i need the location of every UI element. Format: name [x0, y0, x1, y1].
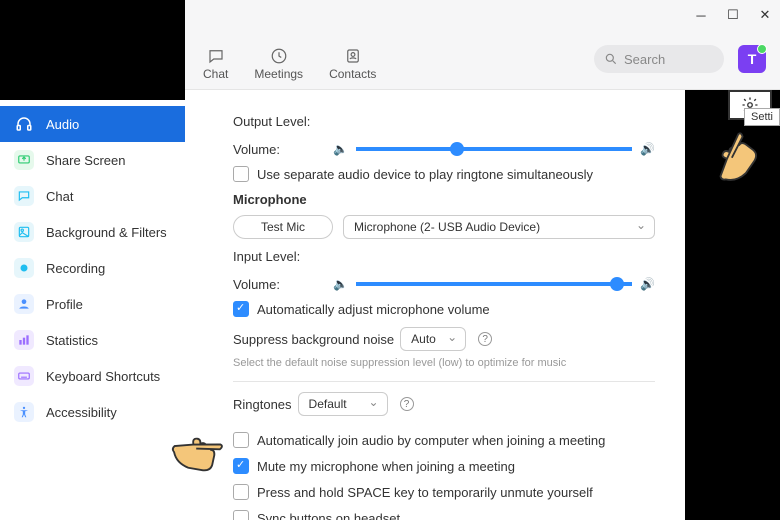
nav-chat[interactable]: Chat	[203, 47, 228, 81]
help-icon[interactable]: ?	[478, 332, 492, 346]
nav-label: Contacts	[329, 67, 376, 81]
search-input[interactable]: Search	[594, 45, 724, 73]
mic-device-dropdown[interactable]: Microphone (2- USB Audio Device)	[343, 215, 655, 239]
sidebar-item-label: Statistics	[46, 333, 98, 348]
auto-join-checkbox[interactable]	[233, 432, 249, 448]
maximize-icon[interactable]: ☐	[726, 8, 740, 22]
sync-headset-checkbox[interactable]	[233, 510, 249, 520]
sidebar-item-label: Audio	[46, 117, 79, 132]
clock-icon	[270, 47, 288, 65]
sidebar-item-label: Recording	[46, 261, 105, 276]
suppress-noise-dropdown[interactable]: Auto	[400, 327, 466, 351]
chat-bubble-icon	[207, 47, 225, 65]
sidebar-item-label: Keyboard Shortcuts	[46, 369, 160, 384]
chat-icon	[14, 186, 34, 206]
volume-label: Volume:	[233, 142, 333, 157]
sidebar-item-profile[interactable]: Profile	[0, 286, 185, 322]
background-icon	[14, 222, 34, 242]
search-placeholder: Search	[624, 52, 665, 67]
avatar[interactable]: T	[738, 45, 766, 73]
avatar-initial: T	[748, 51, 757, 67]
speaker-low-icon: 🔈	[333, 277, 348, 291]
profile-icon	[14, 294, 34, 314]
sidebar-item-keyboard[interactable]: Keyboard Shortcuts	[0, 358, 185, 394]
auto-join-label: Automatically join audio by computer whe…	[257, 433, 605, 448]
minimize-icon[interactable]: ─	[694, 8, 708, 22]
settings-tooltip: Setti	[744, 108, 780, 126]
help-icon[interactable]: ?	[400, 397, 414, 411]
space-unmute-checkbox[interactable]	[233, 484, 249, 500]
sidebar-item-background[interactable]: Background & Filters	[0, 214, 185, 250]
microphone-heading: Microphone	[233, 192, 655, 207]
auto-adjust-checkbox[interactable]	[233, 301, 249, 317]
mic-volume-slider[interactable]	[356, 282, 632, 286]
search-icon	[604, 52, 618, 66]
speaker-volume-slider[interactable]	[356, 147, 632, 151]
speaker-high-icon: 🔊	[640, 277, 655, 291]
sidebar-item-recording[interactable]: Recording	[0, 250, 185, 286]
statistics-icon	[14, 330, 34, 350]
auto-adjust-label: Automatically adjust microphone volume	[257, 302, 490, 317]
recording-icon	[14, 258, 34, 278]
sidebar-item-accessibility[interactable]: Accessibility	[0, 394, 185, 430]
sync-headset-label: Sync buttons on headset	[257, 511, 400, 520]
suppress-hint: Select the default noise suppression lev…	[233, 357, 655, 369]
ringtones-dropdown[interactable]: Default	[298, 392, 388, 416]
mute-join-label: Mute my microphone when joining a meetin…	[257, 459, 515, 474]
pointing-hand-annotation	[703, 128, 765, 190]
sidebar-item-label: Share Screen	[46, 153, 126, 168]
separate-ringtone-label: Use separate audio device to play ringto…	[257, 167, 593, 182]
volume-label-mic: Volume:	[233, 277, 333, 292]
app-header: ─ ☐ ✕ Chat Meetings Contacts Search T	[185, 0, 780, 90]
mute-join-checkbox[interactable]	[233, 458, 249, 474]
contacts-icon	[344, 47, 362, 65]
keyboard-icon	[14, 366, 34, 386]
sidebar-item-statistics[interactable]: Statistics	[0, 322, 185, 358]
input-level-label: Input Level:	[233, 249, 333, 264]
share-screen-icon	[14, 150, 34, 170]
nav-contacts[interactable]: Contacts	[329, 47, 376, 81]
suppress-noise-label: Suppress background noise	[233, 332, 394, 347]
sidebar-item-label: Background & Filters	[46, 225, 167, 240]
speaker-low-icon: 🔈	[333, 142, 348, 156]
settings-sidebar: Audio Share Screen Chat Background & Fil…	[0, 100, 185, 520]
headphones-icon	[14, 114, 34, 134]
settings-content: Output Level: Volume:🔈🔊 Use separate aud…	[185, 90, 685, 520]
nav-meetings[interactable]: Meetings	[254, 47, 303, 81]
sidebar-item-label: Chat	[46, 189, 73, 204]
speaker-high-icon: 🔊	[640, 142, 655, 156]
output-level-label: Output Level:	[233, 114, 333, 129]
accessibility-icon	[14, 402, 34, 422]
ringtones-label: Ringtones	[233, 397, 292, 412]
space-unmute-label: Press and hold SPACE key to temporarily …	[257, 485, 593, 500]
sidebar-item-share-screen[interactable]: Share Screen	[0, 142, 185, 178]
separate-ringtone-checkbox[interactable]	[233, 166, 249, 182]
sidebar-item-chat[interactable]: Chat	[0, 178, 185, 214]
sidebar-item-audio[interactable]: Audio	[0, 106, 185, 142]
divider	[233, 381, 655, 382]
nav-label: Chat	[203, 67, 228, 81]
sidebar-item-label: Profile	[46, 297, 83, 312]
test-mic-button[interactable]: Test Mic	[233, 215, 333, 239]
sidebar-item-label: Accessibility	[46, 405, 117, 420]
close-icon[interactable]: ✕	[758, 8, 772, 22]
nav-label: Meetings	[254, 67, 303, 81]
